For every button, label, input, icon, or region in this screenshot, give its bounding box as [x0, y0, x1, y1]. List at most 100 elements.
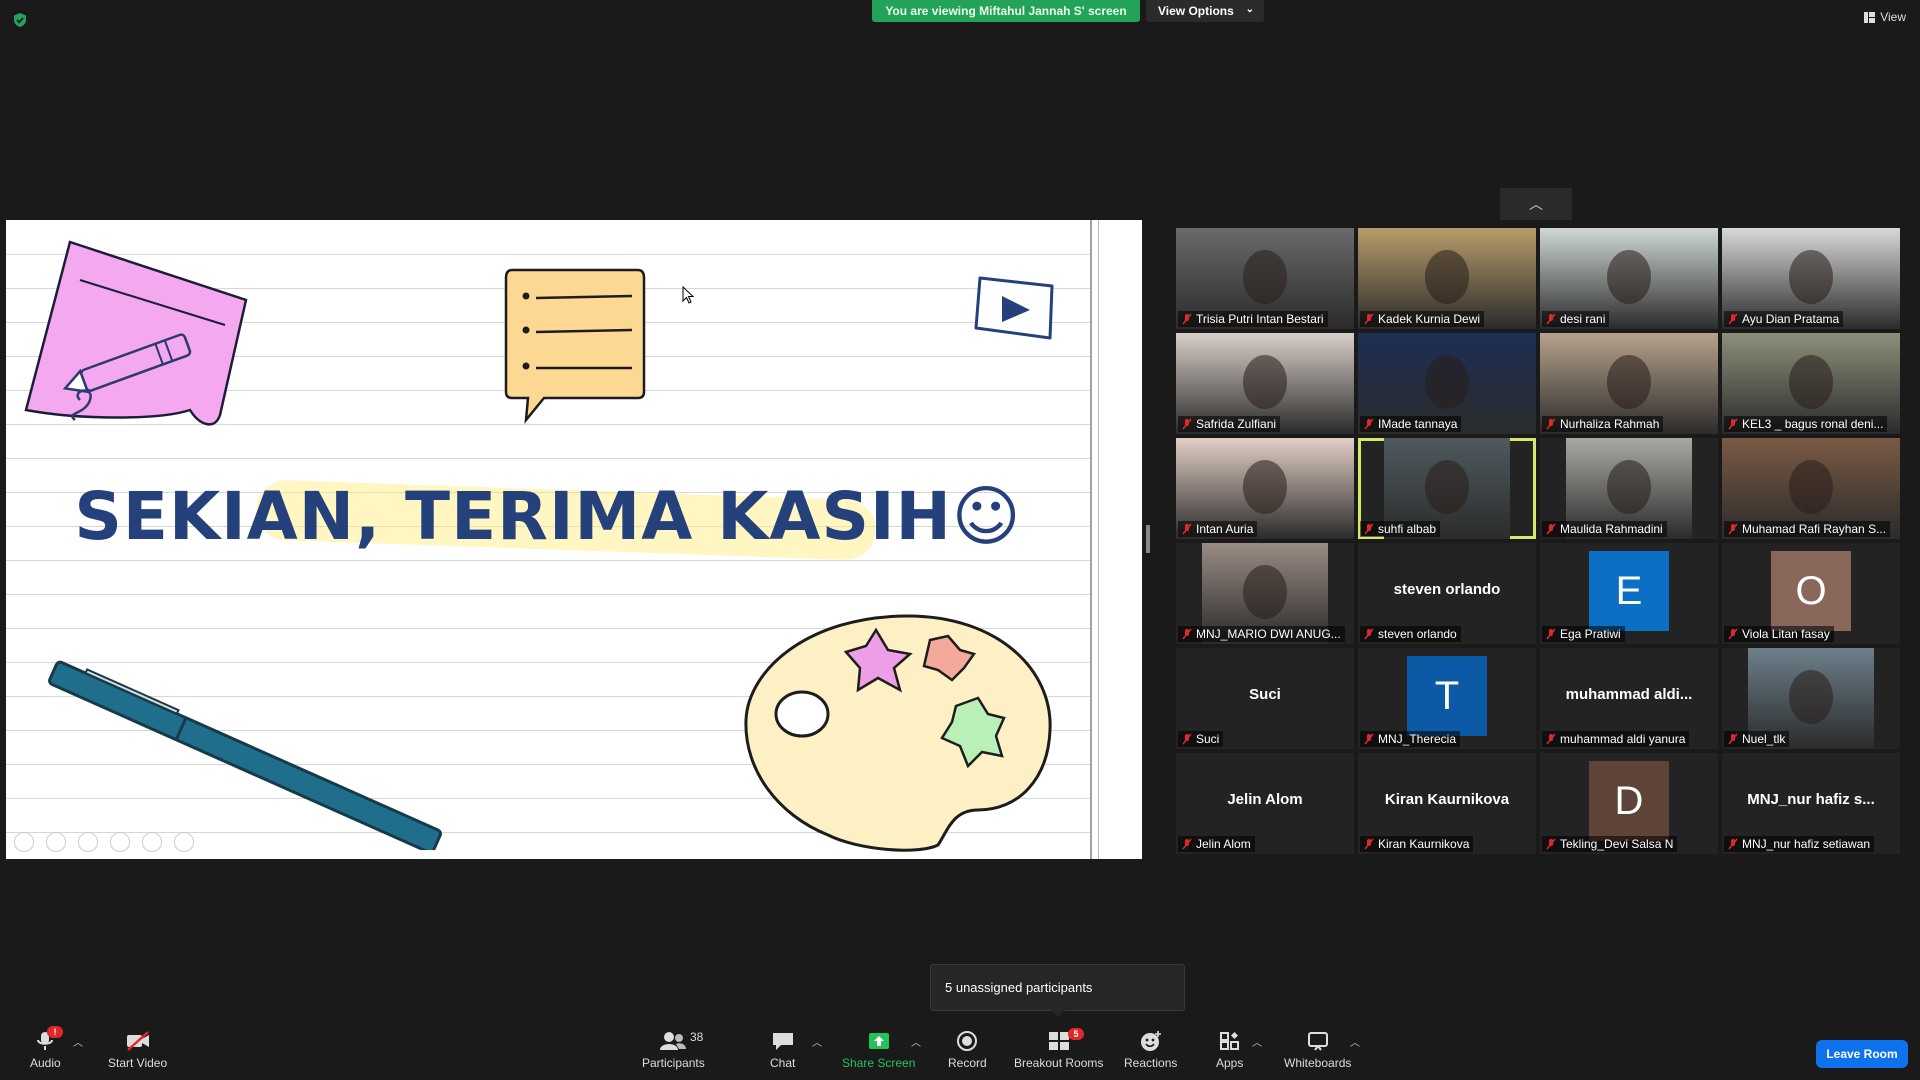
- participant-tile[interactable]: Intan Auria: [1176, 438, 1354, 539]
- shared-screen[interactable]: SEKIAN, TERIMA KASIH☺: [6, 220, 1142, 859]
- participant-tile[interactable]: D Tekling_Devi Salsa N: [1540, 753, 1718, 854]
- participant-tile[interactable]: Muhamad Rafi Rayhan S...: [1722, 438, 1900, 539]
- participant-name: muhammad aldi yanura: [1560, 732, 1686, 746]
- participant-tile[interactable]: Safrida Zulfiani: [1176, 333, 1354, 434]
- participant-tile[interactable]: Ayu Dian Pratama: [1722, 228, 1900, 329]
- whiteboards-button[interactable]: Whiteboards: [1284, 1030, 1351, 1070]
- share-screen-button[interactable]: Share Screen: [842, 1030, 915, 1070]
- apps-icon: [1219, 1032, 1239, 1050]
- audio-options-caret-icon[interactable]: ︿: [73, 1034, 83, 1049]
- participant-name: MNJ_nur hafiz setiawan: [1742, 837, 1871, 851]
- participant-tile[interactable]: Nurhaliza Rahmah: [1540, 333, 1718, 434]
- participant-name: suhfi albab: [1378, 522, 1437, 536]
- video-off-icon: [126, 1031, 149, 1051]
- paint-palette-illustration: [744, 614, 1052, 852]
- more-options-icon[interactable]: [174, 832, 194, 852]
- participant-tile[interactable]: T MNJ_Therecia: [1358, 648, 1536, 749]
- audio-button[interactable]: ! Audio: [30, 1026, 63, 1070]
- participant-avatar: T: [1407, 656, 1487, 736]
- record-label: Record: [948, 1056, 987, 1070]
- participant-name: MNJ_Therecia: [1378, 732, 1457, 746]
- participant-name: Suci: [1196, 732, 1220, 746]
- participant-name: Safrida Zulfiani: [1196, 417, 1277, 431]
- participant-tile[interactable]: Kiran Kaurnikova Kiran Kaurnikova: [1358, 753, 1536, 854]
- security-shield-icon[interactable]: [12, 12, 28, 28]
- record-button[interactable]: Record: [948, 1030, 987, 1070]
- participant-tile[interactable]: Nuel_tlk: [1722, 648, 1900, 749]
- slide-title: SEKIAN, TERIMA KASIH☺: [74, 478, 1022, 555]
- muted-mic-icon: [1364, 418, 1374, 430]
- participant-name-label: Ega Pratiwi: [1542, 626, 1625, 642]
- unassigned-participants-tooltip[interactable]: 5 unassigned participants: [930, 964, 1185, 1017]
- participant-name: Nurhaliza Rahmah: [1560, 417, 1660, 431]
- prev-slide-icon[interactable]: [14, 832, 34, 852]
- view-button[interactable]: View: [1864, 10, 1906, 24]
- view-options-button[interactable]: View Options ⌄: [1146, 0, 1264, 22]
- participant-tile[interactable]: Suci Suci: [1176, 648, 1354, 749]
- participants-label: Participants: [642, 1056, 705, 1070]
- muted-mic-icon: [1728, 418, 1738, 430]
- participant-tile[interactable]: E Ega Pratiwi: [1540, 543, 1718, 644]
- apps-label: Apps: [1216, 1056, 1244, 1070]
- muted-mic-icon: [1182, 628, 1192, 640]
- chevron-down-icon: ⌄: [1245, 4, 1254, 15]
- share-options-caret-icon[interactable]: ︿: [911, 1034, 921, 1049]
- breakout-rooms-button[interactable]: 5 Breakout Rooms: [1014, 1028, 1104, 1070]
- participant-name: Muhamad Rafi Rayhan S...: [1742, 522, 1887, 536]
- participant-display-name: steven orlando: [1393, 581, 1501, 598]
- muted-mic-icon: [1546, 523, 1556, 535]
- participant-name-label: Tekling_Devi Salsa N: [1542, 836, 1678, 852]
- viewing-screen-banner: You are viewing Miftahul Jannah S' scree…: [872, 0, 1140, 22]
- audio-alert-badge: !: [47, 1026, 63, 1038]
- participant-name: Kiran Kaurnikova: [1378, 837, 1470, 851]
- participant-name: Ayu Dian Pratama: [1742, 312, 1840, 326]
- participant-name-label: Viola Litan fasay: [1724, 626, 1834, 642]
- participant-tile[interactable]: Trisia Putri Intan Bestari: [1176, 228, 1354, 329]
- participant-tile[interactable]: IMade tannaya: [1358, 333, 1536, 434]
- participant-name: Trisia Putri Intan Bestari: [1196, 312, 1324, 326]
- participants-button[interactable]: 38 Participants: [642, 1030, 705, 1070]
- chat-button[interactable]: Chat: [770, 1030, 795, 1070]
- muted-mic-icon: [1364, 838, 1374, 850]
- participant-tile[interactable]: KEL3 _ bagus ronal deni...: [1722, 333, 1900, 434]
- start-video-button[interactable]: Start Video: [108, 1030, 167, 1070]
- participant-tile[interactable]: MNJ_MARIO DWI ANUG...: [1176, 543, 1354, 644]
- gallery-page-up-button[interactable]: ︿: [1500, 188, 1572, 220]
- sticky-note-pencil-illustration: [24, 240, 248, 426]
- participant-name-label: desi rani: [1542, 311, 1610, 327]
- muted-mic-icon: [1728, 838, 1738, 850]
- pen-tool-icon[interactable]: [78, 832, 98, 852]
- participant-tile[interactable]: desi rani: [1540, 228, 1718, 329]
- muted-mic-icon: [1364, 313, 1374, 325]
- participant-name-label: IMade tannaya: [1360, 416, 1462, 432]
- participant-name: Maulida Rahmadini: [1560, 522, 1663, 536]
- splitter-handle[interactable]: [1146, 525, 1150, 553]
- participant-name-label: Intan Auria: [1178, 521, 1258, 537]
- participant-name-label: MNJ_Therecia: [1360, 731, 1461, 747]
- chat-options-caret-icon[interactable]: ︿: [812, 1034, 822, 1049]
- share-screen-icon: [868, 1033, 889, 1049]
- breakout-rooms-label: Breakout Rooms: [1014, 1056, 1104, 1070]
- next-slide-icon[interactable]: [46, 832, 66, 852]
- participant-tile[interactable]: Kadek Kurnia Dewi: [1358, 228, 1536, 329]
- participant-tile[interactable]: muhammad aldi... muhammad aldi yanura: [1540, 648, 1718, 749]
- participant-name: Nuel_tlk: [1742, 732, 1786, 746]
- zoom-icon[interactable]: [142, 832, 162, 852]
- muted-mic-icon: [1546, 313, 1556, 325]
- participant-tile[interactable]: suhfi albab: [1358, 438, 1536, 539]
- slides-view-icon[interactable]: [110, 832, 130, 852]
- leave-room-button[interactable]: Leave Room: [1816, 1040, 1908, 1068]
- participant-tile[interactable]: MNJ_nur hafiz s... MNJ_nur hafiz setiawan: [1722, 753, 1900, 854]
- participant-tile[interactable]: Maulida Rahmadini: [1540, 438, 1718, 539]
- participant-name: desi rani: [1560, 312, 1606, 326]
- participant-tile[interactable]: steven orlando steven orlando: [1358, 543, 1536, 644]
- play-button-illustration: [974, 276, 1054, 340]
- participant-tile[interactable]: O Viola Litan fasay: [1722, 543, 1900, 644]
- apps-button[interactable]: Apps: [1216, 1030, 1243, 1070]
- slide-nav-controls: [14, 832, 194, 852]
- apps-options-caret-icon[interactable]: ︿: [1252, 1034, 1262, 1049]
- participant-name: Ega Pratiwi: [1560, 627, 1621, 641]
- whiteboards-options-caret-icon[interactable]: ︿: [1350, 1034, 1360, 1049]
- participant-tile[interactable]: Jelin Alom Jelin Alom: [1176, 753, 1354, 854]
- reactions-button[interactable]: Reactions: [1124, 1030, 1177, 1070]
